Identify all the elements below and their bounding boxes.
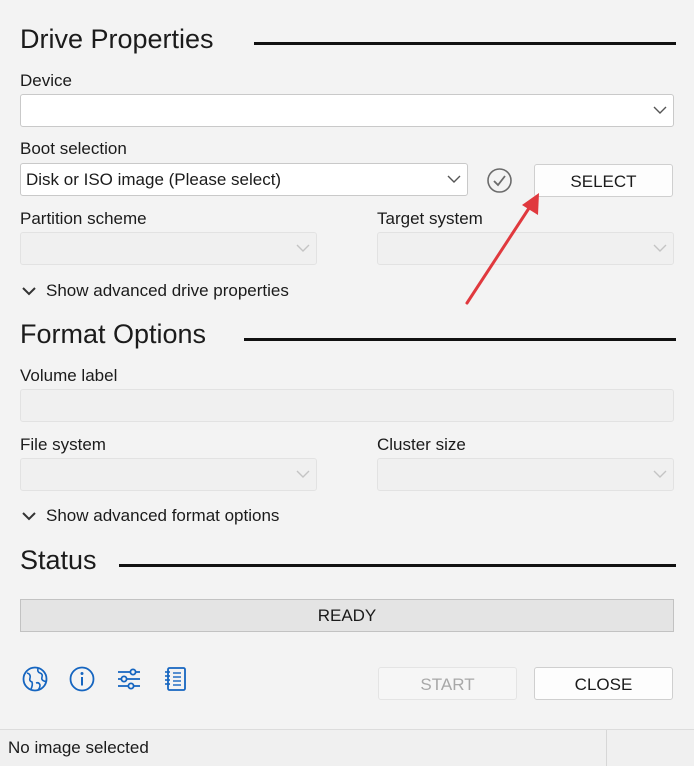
section-divider <box>254 42 676 45</box>
boot-selection-label: Boot selection <box>20 139 127 158</box>
section-divider <box>119 564 676 567</box>
device-dropdown[interactable] <box>20 94 674 127</box>
drive-properties-title: Drive Properties <box>20 24 214 54</box>
chevron-down-icon <box>22 512 36 521</box>
log-icon[interactable] <box>162 665 190 693</box>
info-icon[interactable] <box>68 665 96 693</box>
chevron-down-icon <box>22 287 36 296</box>
boot-selection-value: Disk or ISO image (Please select) <box>26 170 282 189</box>
chevron-down-icon <box>653 470 667 478</box>
chevron-down-icon <box>296 470 310 478</box>
cluster-size-label: Cluster size <box>377 435 466 454</box>
cluster-size-dropdown[interactable] <box>377 458 674 491</box>
advanced-drive-properties-label: Show advanced drive properties <box>46 281 289 300</box>
start-button[interactable]: START <box>378 667 517 700</box>
chevron-down-icon <box>653 244 667 252</box>
status-text: READY <box>317 606 377 625</box>
partition-scheme-dropdown[interactable] <box>20 232 317 265</box>
format-options-title: Format Options <box>20 319 207 349</box>
chevron-down-icon <box>296 244 310 252</box>
chevron-down-icon <box>653 106 667 114</box>
chevron-down-icon <box>447 175 461 183</box>
file-system-label: File system <box>20 435 106 454</box>
advanced-format-options-label: Show advanced format options <box>46 506 280 525</box>
globe-icon[interactable] <box>21 665 49 693</box>
device-label: Device <box>20 71 72 90</box>
close-button[interactable]: CLOSE <box>534 667 673 700</box>
advanced-drive-properties-toggle[interactable]: Show advanced drive properties <box>22 281 322 303</box>
boot-selection-dropdown[interactable]: Disk or ISO image (Please select) <box>20 163 468 196</box>
select-button[interactable]: SELECT <box>534 164 673 197</box>
status-progress-bar: READY <box>20 599 674 632</box>
advanced-format-options-toggle[interactable]: Show advanced format options <box>22 506 322 528</box>
annotation-arrow <box>465 193 539 305</box>
partition-scheme-label: Partition scheme <box>20 209 147 228</box>
section-divider <box>244 338 676 341</box>
footer-status-bar: No image selected <box>0 729 694 766</box>
volume-label-input[interactable] <box>20 389 674 422</box>
footer-message: No image selected <box>8 738 149 757</box>
volume-label-label: Volume label <box>20 366 118 385</box>
footer-divider <box>606 730 607 766</box>
file-system-dropdown[interactable] <box>20 458 317 491</box>
status-title: Status <box>20 545 97 575</box>
settings-sliders-icon[interactable] <box>115 665 143 693</box>
